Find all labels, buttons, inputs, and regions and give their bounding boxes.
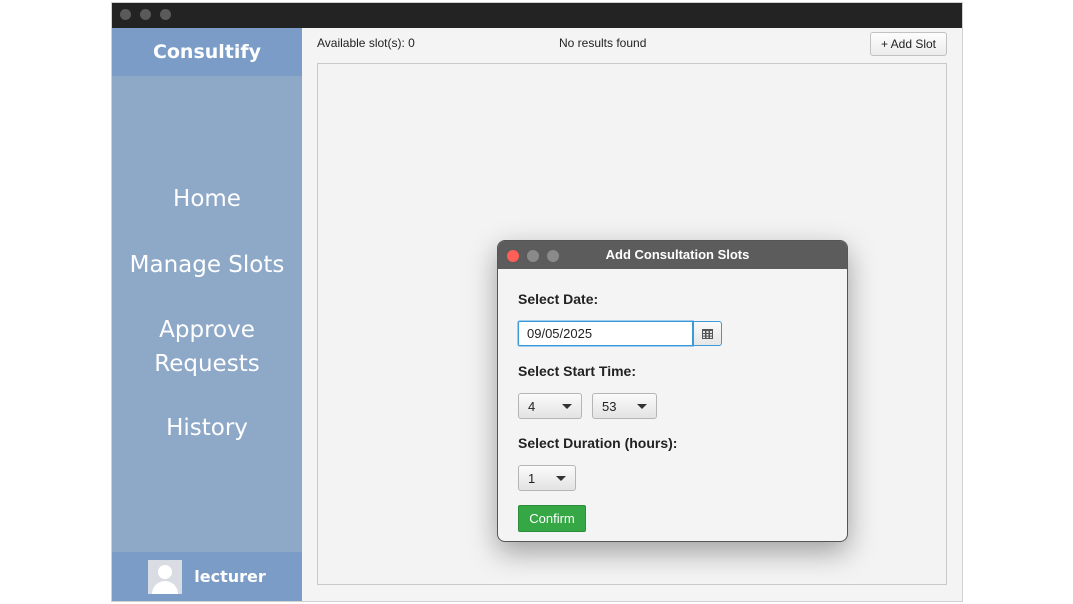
calendar-button[interactable] <box>693 321 722 346</box>
dialog-title: Add Consultation Slots <box>605 247 750 262</box>
duration-value: 1 <box>528 470 536 486</box>
chevron-down-icon <box>556 476 566 481</box>
dialog-titlebar: Add Consultation Slots <box>498 241 847 269</box>
select-date-label: Select Date: <box>518 291 599 307</box>
add-slot-button[interactable]: + Add Slot <box>870 32 947 56</box>
zoom-window-button[interactable] <box>160 9 171 20</box>
select-start-time-label: Select Start Time: <box>518 363 637 379</box>
available-slots-count: Available slot(s): 0 <box>317 36 415 50</box>
user-name: lecturer <box>194 567 266 586</box>
brand-title: Consultify <box>112 28 302 76</box>
nav-item-manage-slots[interactable]: Manage Slots <box>112 248 302 282</box>
user-profile[interactable]: lecturer <box>112 552 302 601</box>
minute-select[interactable]: 53 <box>592 393 657 419</box>
sidebar: Consultify Home Manage Slots Approve Req… <box>112 28 302 601</box>
date-field[interactable] <box>518 321 693 346</box>
chevron-down-icon <box>637 404 647 409</box>
results-status: No results found <box>559 36 647 50</box>
nav-item-approve-label: Approve <box>159 317 255 343</box>
calendar-icon <box>702 328 713 339</box>
duration-select[interactable]: 1 <box>518 465 576 491</box>
nav-item-home[interactable]: Home <box>112 182 302 216</box>
nav-item-requests-label: Requests <box>154 351 260 377</box>
window-titlebar <box>112 3 962 28</box>
user-avatar-icon <box>148 559 183 594</box>
dialog-close-button[interactable] <box>507 250 519 262</box>
hour-value: 4 <box>528 398 536 414</box>
minimize-window-button[interactable] <box>140 9 151 20</box>
nav-item-approve-requests[interactable]: Approve Requests <box>112 313 302 381</box>
confirm-button[interactable]: Confirm <box>518 505 586 532</box>
hour-select[interactable]: 4 <box>518 393 582 419</box>
add-consultation-dialog: Add Consultation Slots Select Date: Sele… <box>497 240 848 542</box>
close-window-button[interactable] <box>120 9 131 20</box>
chevron-down-icon <box>562 404 572 409</box>
select-duration-label: Select Duration (hours): <box>518 435 678 451</box>
dialog-minimize-button[interactable] <box>527 250 539 262</box>
minute-value: 53 <box>602 398 617 414</box>
nav-item-history[interactable]: History <box>112 411 302 445</box>
